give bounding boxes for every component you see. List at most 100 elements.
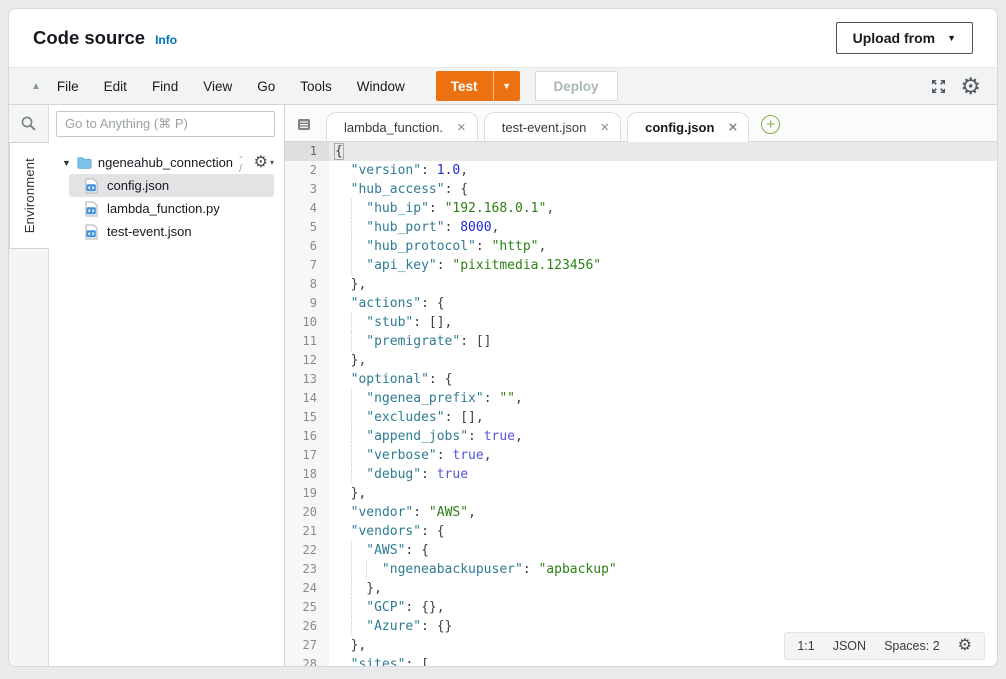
code-line[interactable]: 16 "append_jobs": true, [285,427,997,446]
line-number: 23 [285,560,329,579]
tab-lambda-function[interactable]: lambda_function. × [326,112,478,142]
code-line-content: "sites": [ [329,655,429,666]
code-line-content: "debug": true [329,465,468,484]
code-line[interactable]: 22 "AWS": { [285,541,997,560]
editor-body: Environment ▼ ngeneahub_connection - / ⚙… [9,105,997,666]
code-file-icon [85,178,98,194]
tab-list-icon[interactable] [297,118,312,131]
tab-config-json[interactable]: config.json× [627,112,749,142]
code-line[interactable]: 3 "hub_access": { [285,180,997,199]
line-number: 19 [285,484,329,503]
tab-close-icon[interactable]: × [728,120,737,135]
code-line[interactable]: 24 }, [285,579,997,598]
menu-item-find[interactable]: Find [152,79,178,94]
code-file-icon [85,201,98,217]
code-line[interactable]: 4 "hub_ip": "192.168.0.1", [285,199,997,218]
line-number: 12 [285,351,329,370]
code-source-panel: Code source Info Upload from ▼ ▲ FileEdi… [8,8,998,667]
tree-item-lambda-function-py[interactable]: lambda_function.py [69,197,274,220]
menu-item-edit[interactable]: Edit [104,79,127,94]
editor-tab-bar: lambda_function.×test-event.json×config.… [285,105,997,142]
tree-folder-ngeneahub-connection[interactable]: ▼ ngeneahub_connection - / ⚙▾ [49,151,284,174]
code-line[interactable]: 13 "optional": { [285,370,997,389]
code-line[interactable]: 12 }, [285,351,997,370]
code-line[interactable]: 18 "debug": true [285,465,997,484]
upload-from-button[interactable]: Upload from ▼ [836,22,973,54]
environment-tab[interactable]: Environment [9,142,49,249]
code-line[interactable]: 11 "premigrate": [] [285,332,997,351]
test-dropdown-button[interactable]: ▼ [493,71,520,101]
tab-close-icon[interactable]: × [457,120,466,135]
line-number: 4 [285,199,329,218]
tab-close-icon[interactable]: × [600,120,609,135]
file-name: test-event.json [107,224,192,239]
code-line[interactable]: 17 "verbose": true, [285,446,997,465]
menu-item-view[interactable]: View [203,79,232,94]
test-button[interactable]: Test [436,71,493,101]
code-line-content: { [329,142,343,161]
menu-item-go[interactable]: Go [257,79,275,94]
code-line-content: "ngenea_prefix": "", [329,389,523,408]
line-number: 8 [285,275,329,294]
code-line[interactable]: 14 "ngenea_prefix": "", [285,389,997,408]
line-number: 1 [285,142,329,161]
code-line-content: "hub_protocol": "http", [329,237,546,256]
code-line[interactable]: 5 "hub_port": 8000, [285,218,997,237]
language-mode[interactable]: JSON [833,639,866,653]
line-number: 2 [285,161,329,180]
code-editor-pane: lambda_function.×test-event.json×config.… [284,105,997,666]
code-line[interactable]: 15 "excludes": [], [285,408,997,427]
tree-item-test-event-json[interactable]: test-event.json [69,220,274,243]
code-line-content: }, [329,275,366,294]
collapse-panel-icon[interactable]: ▲ [31,81,41,92]
code-line[interactable]: 8 }, [285,275,997,294]
menu-item-window[interactable]: Window [357,79,405,94]
go-to-anything-input[interactable] [56,111,275,137]
code-line[interactable]: 25 "GCP": {}, [285,598,997,617]
code-line-content: "excludes": [], [329,408,484,427]
line-number: 24 [285,579,329,598]
new-tab-button[interactable]: + [761,115,780,134]
folder-expand-icon[interactable]: ▼ [62,158,71,168]
info-link[interactable]: Info [155,33,177,47]
indentation-setting[interactable]: Spaces: 2 [884,639,940,653]
code-editor[interactable]: 1{2 "version": 1.0,3 "hub_access": {4 "h… [285,142,997,666]
code-line[interactable]: 21 "vendors": { [285,522,997,541]
menu-item-tools[interactable]: Tools [300,79,332,94]
code-line-content: }, [329,484,366,503]
cursor-position[interactable]: 1:1 [797,639,814,653]
code-line[interactable]: 10 "stub": [], [285,313,997,332]
code-line[interactable]: 7 "api_key": "pixitmedia.123456" [285,256,997,275]
code-line[interactable]: 20 "vendor": "AWS", [285,503,997,522]
file-tree-panel: ▼ ngeneahub_connection - / ⚙▾ config.jso… [49,105,284,666]
line-number: 6 [285,237,329,256]
code-line[interactable]: 23 "ngeneabackupuser": "apbackup" [285,560,997,579]
deploy-button[interactable]: Deploy [535,71,618,101]
line-number: 7 [285,256,329,275]
folder-settings-gear-icon[interactable]: ⚙▾ [254,155,274,171]
fullscreen-icon[interactable] [930,78,947,95]
search-icon[interactable] [9,105,48,142]
tab-test-event-json[interactable]: test-event.json × [484,112,621,142]
code-line[interactable]: 2 "version": 1.0, [285,161,997,180]
environment-tab-label: Environment [22,158,37,233]
editor-settings-gear-icon[interactable]: ⚙ [958,638,972,654]
code-line[interactable]: 1{ [285,142,997,161]
line-number: 17 [285,446,329,465]
settings-gear-icon[interactable]: ⚙ [960,75,981,98]
code-line[interactable]: 19 }, [285,484,997,503]
line-number: 28 [285,655,329,666]
tab-label: test-event.json [502,120,587,135]
test-button-group: Test ▼ [436,71,520,101]
code-line[interactable]: 9 "actions": { [285,294,997,313]
code-line-content: }, [329,636,366,655]
menu-item-file[interactable]: File [57,79,79,94]
line-number: 13 [285,370,329,389]
line-number: 10 [285,313,329,332]
code-line[interactable]: 6 "hub_protocol": "http", [285,237,997,256]
code-line-content: "ngeneabackupuser": "apbackup" [329,560,617,579]
tree-item-config-json[interactable]: config.json [69,174,274,197]
line-number: 27 [285,636,329,655]
tab-label: lambda_function. [344,120,443,135]
editor-status-bar: 1:1 JSON Spaces: 2 ⚙ [784,632,985,660]
